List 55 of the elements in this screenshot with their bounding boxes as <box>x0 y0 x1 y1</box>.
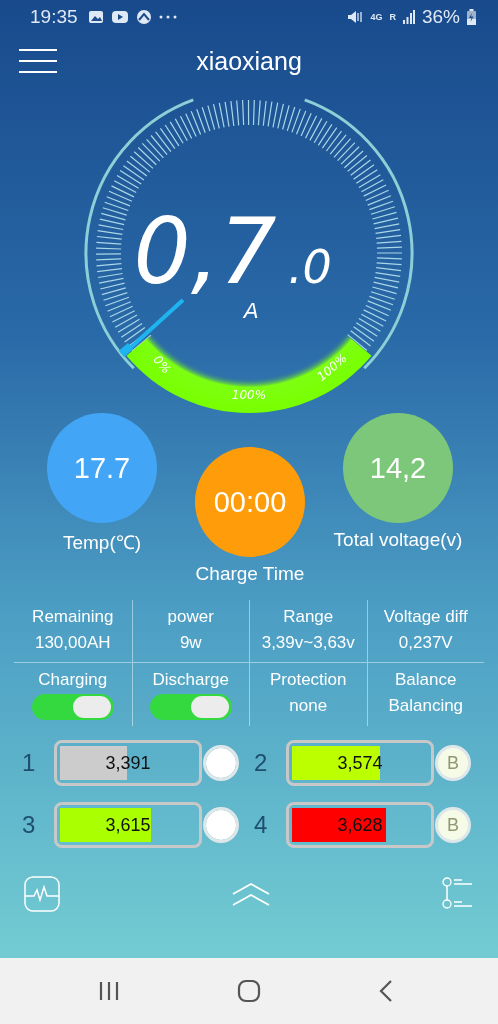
cell-voltage: 3,628 <box>337 814 383 836</box>
stat-label: power <box>167 606 214 628</box>
stat-value: 3,39v~3,63v <box>261 632 355 654</box>
stat-value: 0,237V <box>398 632 453 654</box>
control-value: Balancing <box>388 695 464 717</box>
signal-icon <box>402 10 415 24</box>
toggle-switch[interactable] <box>31 694 114 720</box>
cell-number: 3 <box>22 811 37 839</box>
balance-indicator: B <box>435 745 471 781</box>
balance-indicator <box>203 807 239 843</box>
toggle-switch[interactable] <box>149 694 232 720</box>
metric-value: 14,2 <box>369 451 427 485</box>
balance-indicator: B <box>435 807 471 843</box>
recent-apps-icon[interactable] <box>98 981 120 1001</box>
gallery-icon <box>87 10 104 24</box>
metric-label: Temp(℃) <box>62 531 142 555</box>
video-icon <box>110 10 129 24</box>
control-label: Charging <box>38 669 108 691</box>
home-icon[interactable] <box>237 979 261 1003</box>
cell-number: 2 <box>254 749 269 777</box>
stat-value: 130,00AH <box>34 632 111 654</box>
roaming-indicator: R <box>389 12 396 22</box>
app-icon <box>135 9 152 25</box>
gauge-label: 100% <box>231 387 267 402</box>
cell-number: 4 <box>254 811 269 839</box>
gauge-label: 0% <box>150 352 174 377</box>
metric-label: Charge Time <box>195 563 305 585</box>
app-title: xiaoxiang <box>196 46 302 76</box>
menu-icon[interactable] <box>19 48 57 74</box>
stat-value: 9w <box>179 632 202 654</box>
gauge-needle <box>118 298 185 357</box>
balance-indicator <box>203 745 239 781</box>
timeline-icon[interactable] <box>442 877 474 911</box>
current-decimals: .0 <box>288 240 332 294</box>
mute-icon <box>347 10 364 24</box>
control-value: none <box>289 695 328 717</box>
control-label: Protection <box>269 669 347 691</box>
more-icon <box>158 15 177 19</box>
status-time: 19:35 <box>30 6 78 28</box>
control-label: Balance <box>395 669 457 691</box>
metric-label: Total voltage(v) <box>333 529 463 551</box>
pulse-icon[interactable] <box>24 876 60 912</box>
cell-voltage: 3,615 <box>105 814 151 836</box>
cell-number: 1 <box>22 749 37 777</box>
metric-value: 00:00 <box>213 485 287 519</box>
control-label: Discharge <box>152 669 229 691</box>
metric-value: 17.7 <box>73 451 131 485</box>
back-icon[interactable] <box>378 979 394 1003</box>
stat-label: Range <box>283 606 334 628</box>
stat-label: Remaining <box>32 606 114 628</box>
double-chevron-up-icon[interactable] <box>231 881 271 907</box>
battery-percent: 36% <box>421 6 460 28</box>
network-type: 4G <box>370 12 383 22</box>
battery-charging-icon <box>467 9 476 25</box>
stat-label: Voltage diff <box>383 606 468 628</box>
